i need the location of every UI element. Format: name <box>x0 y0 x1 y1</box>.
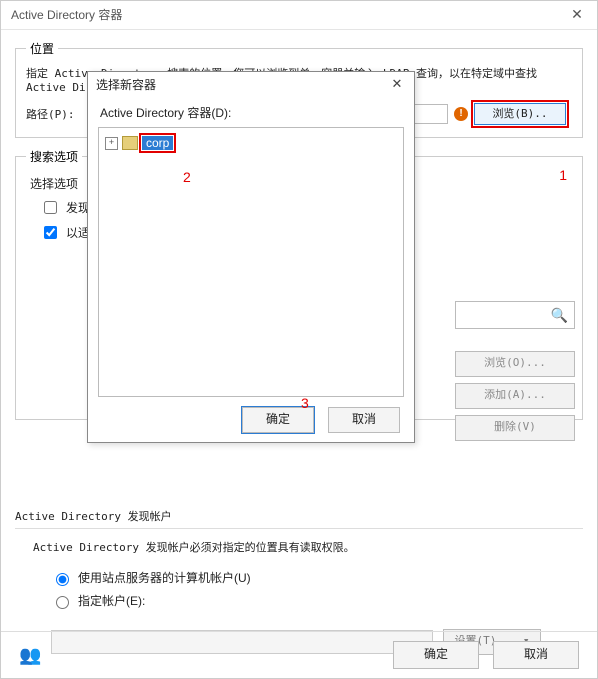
discover-header: Active Directory 发现帐户 <box>15 508 583 529</box>
location-legend: 位置 <box>26 40 58 57</box>
annotation-2: 2 <box>183 169 191 185</box>
tree-expand-icon[interactable]: + <box>105 137 118 150</box>
dialog-title: 选择新容器 ✕ <box>88 72 414 98</box>
annotation-3: 3 <box>301 395 309 411</box>
browse-button[interactable]: 浏览(B).. <box>474 103 566 125</box>
help-icon[interactable]: 👥 <box>19 645 41 666</box>
option-discover-checkbox[interactable] <box>44 201 57 214</box>
main-window: Active Directory 容器 ✕ 位置 指定 Active Direc… <box>0 0 598 679</box>
annotation-1: 1 <box>559 167 567 183</box>
radio-specify-input[interactable] <box>56 596 69 609</box>
tree-node-corp[interactable]: + corp <box>105 134 397 152</box>
tree-folder-icon <box>122 136 138 150</box>
dialog-close-icon[interactable]: ✕ <box>386 74 408 94</box>
window-title: Active Directory 容器 <box>11 8 122 22</box>
titlebar: Active Directory 容器 ✕ <box>1 1 597 30</box>
search-options-legend: 搜索选项 <box>26 148 82 165</box>
dialog-label: Active Directory 容器(D): <box>88 98 414 125</box>
footer-bar: 👥 确定 取消 <box>1 631 597 678</box>
right-button-column: 🔍 浏览(O)... 添加(A)... 删除(V) <box>455 301 575 447</box>
path-label: 路径(P): <box>26 106 82 122</box>
mini-search-box[interactable]: 🔍 <box>455 301 575 329</box>
browse-o-button[interactable]: 浏览(O)... <box>455 351 575 377</box>
radio-site-account[interactable]: 使用站点服务器的计算机帐户(U) <box>51 569 583 586</box>
container-tree[interactable]: + corp <box>98 127 404 397</box>
delete-button[interactable]: 删除(V) <box>455 415 575 441</box>
dialog-cancel-button[interactable]: 取消 <box>328 407 400 433</box>
radio-specify-label: 指定帐户(E): <box>78 592 145 609</box>
tree-node-label[interactable]: corp <box>142 136 173 150</box>
radio-site-label: 使用站点服务器的计算机帐户(U) <box>78 569 251 586</box>
warning-icon: ! <box>454 107 468 121</box>
main-ok-button[interactable]: 确定 <box>393 641 479 669</box>
window-close-icon[interactable]: ✕ <box>557 1 597 29</box>
main-cancel-button[interactable]: 取消 <box>493 641 579 669</box>
add-button[interactable]: 添加(A)... <box>455 383 575 409</box>
radio-site-input[interactable] <box>56 573 69 586</box>
dialog-title-text: 选择新容器 <box>96 78 156 92</box>
radio-specify-account[interactable]: 指定帐户(E): <box>51 592 583 609</box>
discover-note: Active Directory 发现帐户必须对指定的位置具有读取权限。 <box>33 539 583 555</box>
select-container-dialog: 选择新容器 ✕ Active Directory 容器(D): + corp 确… <box>87 71 415 443</box>
option-by-checkbox[interactable] <box>44 226 57 239</box>
search-icon: 🔍 <box>551 307 568 324</box>
dialog-button-row: 确定 取消 <box>88 397 414 443</box>
